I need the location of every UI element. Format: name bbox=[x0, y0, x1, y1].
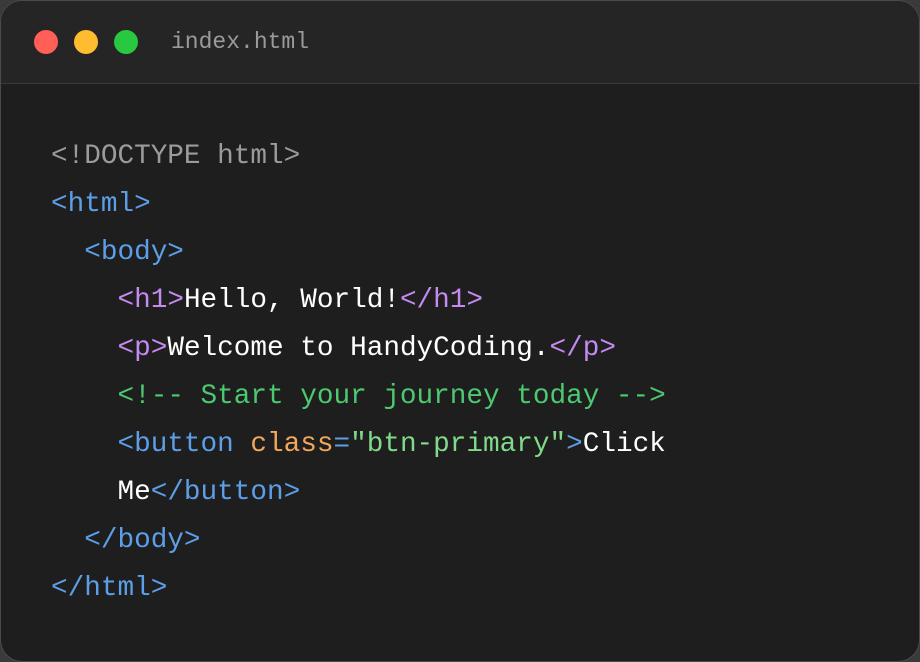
code-token-text: Hello, World! bbox=[183, 285, 400, 316]
code-token-h-tag: <p> bbox=[117, 333, 168, 364]
title-bar: index.html bbox=[1, 1, 919, 84]
code-token-text: Welcome to HandyCoding. bbox=[167, 333, 550, 364]
code-token-html-tag: </html> bbox=[51, 573, 168, 604]
code-token-html-tag: <button bbox=[117, 429, 251, 460]
close-window-button[interactable] bbox=[34, 30, 58, 54]
code-token-html-tag: </body> bbox=[84, 525, 201, 556]
code-token-h-tag: </h1> bbox=[399, 285, 484, 316]
code-token-text: Click bbox=[582, 429, 666, 460]
code-token-html-tag: <html> bbox=[51, 189, 151, 220]
code-line: </html> bbox=[51, 565, 666, 613]
maximize-window-button[interactable] bbox=[114, 30, 138, 54]
code-token-h-tag: </p> bbox=[549, 333, 616, 364]
code-line: <body> bbox=[51, 229, 666, 277]
code-line: Me</button> bbox=[51, 469, 666, 517]
code-area[interactable]: <!DOCTYPE html> <html> <body> <h1>Hello, … bbox=[51, 133, 666, 613]
code-token-doctype: <!DOCTYPE html> bbox=[51, 141, 301, 172]
code-line: <!-- Start your journey today --> bbox=[51, 373, 666, 421]
code-line: <!DOCTYPE html> bbox=[51, 133, 666, 181]
code-token-text: Me bbox=[117, 477, 151, 508]
file-name: index.html bbox=[171, 29, 310, 55]
editor-window: index.html <!DOCTYPE html> <html> <body> … bbox=[0, 0, 920, 662]
code-line: </body> bbox=[51, 517, 666, 565]
code-line: <button class="btn-primary">Click bbox=[51, 421, 666, 469]
code-token-h-tag: <h1> bbox=[117, 285, 184, 316]
code-line: <p>Welcome to HandyCoding.</p> bbox=[51, 325, 666, 373]
code-token-html-tag: > bbox=[566, 429, 583, 460]
minimize-window-button[interactable] bbox=[74, 30, 98, 54]
code-token-html-tag: = bbox=[333, 429, 351, 460]
code-token-attr: class bbox=[250, 429, 334, 460]
code-token-html-tag: <body> bbox=[84, 237, 184, 268]
code-token-string: "btn-primary" bbox=[350, 429, 567, 460]
code-line: <h1>Hello, World!</h1> bbox=[51, 277, 666, 325]
code-line: <html> bbox=[51, 181, 666, 229]
code-token-html-tag: </button> bbox=[150, 477, 301, 508]
code-token-comment: <!-- Start your journey today --> bbox=[117, 381, 666, 412]
